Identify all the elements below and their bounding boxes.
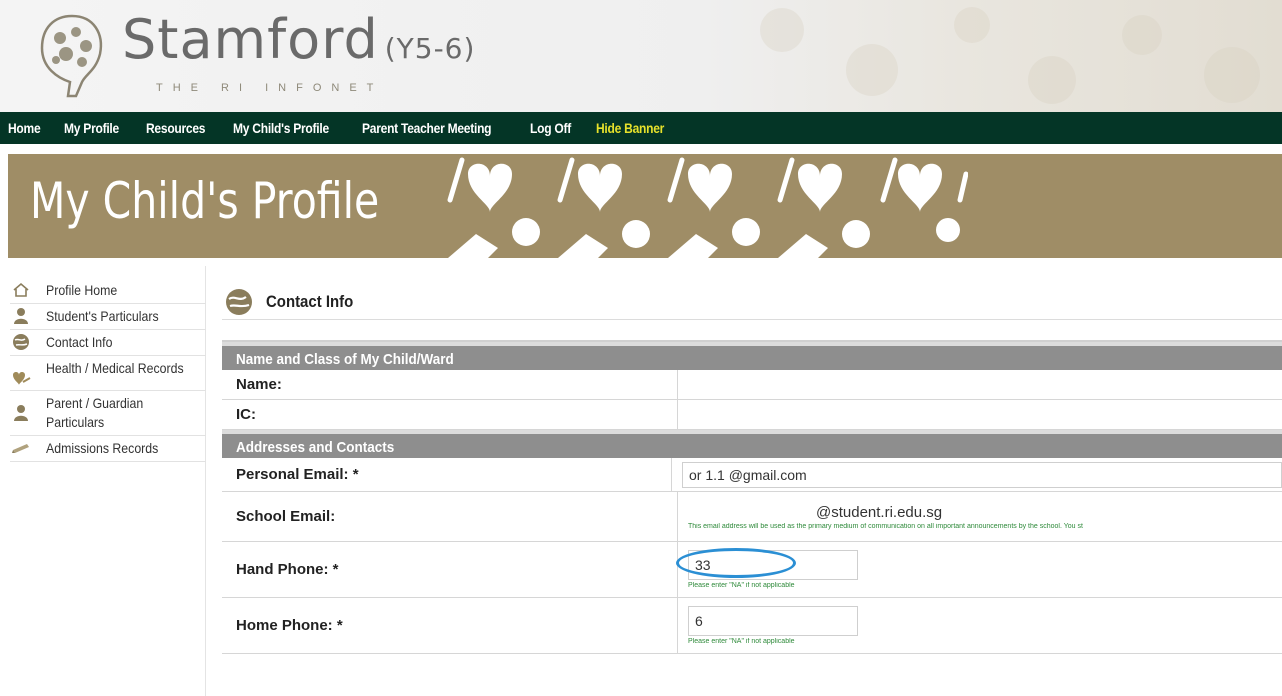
hand-phone-field[interactable]: 33 <box>688 550 858 580</box>
sidebar-item-parent-guardian[interactable]: Parent / Guardian Particulars <box>10 391 206 436</box>
personal-email-cell: or 1.1 @gmail.com <box>672 458 1282 491</box>
person-icon <box>10 307 32 325</box>
home-phone-cell: 6 Please enter "NA" if not applicable <box>678 598 1282 653</box>
site-subtitle: (Y5-6) <box>384 32 476 65</box>
hand-phone-cell: 33 Please enter "NA" if not applicable <box>678 542 1282 597</box>
row-home-phone: Home Phone: * 6 Please enter "NA" if not… <box>222 598 1282 654</box>
sidebar-item-label: Student's Particulars <box>46 308 159 324</box>
name-label: Name: <box>222 370 678 399</box>
section-banner-title: My Child's Profile <box>30 172 380 230</box>
nav-log-off[interactable]: Log Off <box>530 120 571 136</box>
person-icon <box>10 404 32 422</box>
sidebar-item-admissions-records[interactable]: Admissions Records <box>10 436 206 462</box>
personal-email-label: Personal Email: * <box>222 458 672 491</box>
site-title-text: Stamford <box>122 8 379 71</box>
hearts-pencils-pattern <box>447 157 968 258</box>
sidebar: Profile Home Student's Particulars Conta… <box>10 278 206 462</box>
globe-icon <box>226 288 252 315</box>
row-personal-email: Personal Email: * or 1.1 @gmail.com <box>222 458 1282 492</box>
name-value <box>678 370 1282 399</box>
row-school-email: School Email: @student.ri.edu.sg This em… <box>222 492 1282 542</box>
site-banner: Stamford (Y5-6) THE RI INFONET <box>0 0 1282 112</box>
nav-resources[interactable]: Resources <box>146 120 206 136</box>
sidebar-item-contact-info[interactable]: Contact Info <box>10 330 206 356</box>
home-phone-note: Please enter "NA" if not applicable <box>688 638 795 645</box>
main-nav: Home My Profile Resources My Child's Pro… <box>0 112 1282 144</box>
nav-parent-teacher-meeting[interactable]: Parent Teacher Meeting <box>362 120 492 136</box>
sidebar-item-label: Parent / Guardian Particulars <box>46 395 144 430</box>
home-phone-field[interactable]: 6 <box>688 606 858 636</box>
personal-email-field[interactable]: or 1.1 @gmail.com <box>682 461 1282 488</box>
section-heading-addresses: Addresses and Contacts <box>222 430 1282 458</box>
section-banner: My Child's Profile <box>8 154 1282 258</box>
section-heading-text: Name and Class of My Child/Ward <box>236 351 454 368</box>
row-name: Name: <box>222 370 1282 400</box>
site-title: Stamford (Y5-6) <box>122 8 475 71</box>
nav-my-profile[interactable]: My Profile <box>64 120 119 136</box>
sidebar-item-label: Contact Info <box>46 334 113 350</box>
ic-value <box>678 400 1282 429</box>
ic-label: IC: <box>222 400 678 429</box>
home-phone-label: Home Phone: * <box>222 598 678 653</box>
nav-my-childs-profile[interactable]: My Child's Profile <box>233 120 329 136</box>
school-email-note: This email address will be used as the p… <box>688 522 1083 530</box>
house-icon <box>10 281 32 299</box>
banner-texture <box>760 7 1260 104</box>
sidebar-item-label: Profile Home <box>46 282 118 298</box>
pencil-icon <box>10 439 32 457</box>
section-heading-name-class: Name and Class of My Child/Ward <box>222 342 1282 370</box>
content-header: Contact Info <box>222 284 1282 320</box>
school-email-value: @student.ri.edu.sg <box>816 503 943 521</box>
sidebar-item-students-particulars[interactable]: Student's Particulars <box>10 304 206 330</box>
school-email-label: School Email: <box>222 492 678 541</box>
section-heading-text: Addresses and Contacts <box>236 439 395 456</box>
site-tagline: THE RI INFONET <box>156 82 384 94</box>
sidebar-item-label: Admissions Records <box>46 440 159 456</box>
page-title: Contact Info <box>266 291 354 311</box>
sidebar-item-label: Health / Medical Records <box>46 360 184 376</box>
hand-phone-note: Please enter "NA" if not applicable <box>688 582 795 589</box>
heart-hand-icon <box>10 369 32 387</box>
nav-home[interactable]: Home <box>8 120 41 136</box>
globe-icon <box>10 333 32 351</box>
row-ic: IC: <box>222 400 1282 430</box>
school-crest-logo <box>40 14 103 98</box>
sidebar-item-health-medical[interactable]: Health / Medical Records <box>10 356 206 391</box>
sidebar-item-profile-home[interactable]: Profile Home <box>10 278 206 304</box>
school-email-cell: @student.ri.edu.sg This email address wi… <box>678 492 1282 541</box>
contact-info-panel: Name and Class of My Child/Ward Name: IC… <box>222 340 1282 654</box>
hand-phone-label: Hand Phone: * <box>222 542 678 597</box>
nav-hide-banner[interactable]: Hide Banner <box>596 120 664 136</box>
row-hand-phone: Hand Phone: * 33 Please enter "NA" if no… <box>222 542 1282 598</box>
